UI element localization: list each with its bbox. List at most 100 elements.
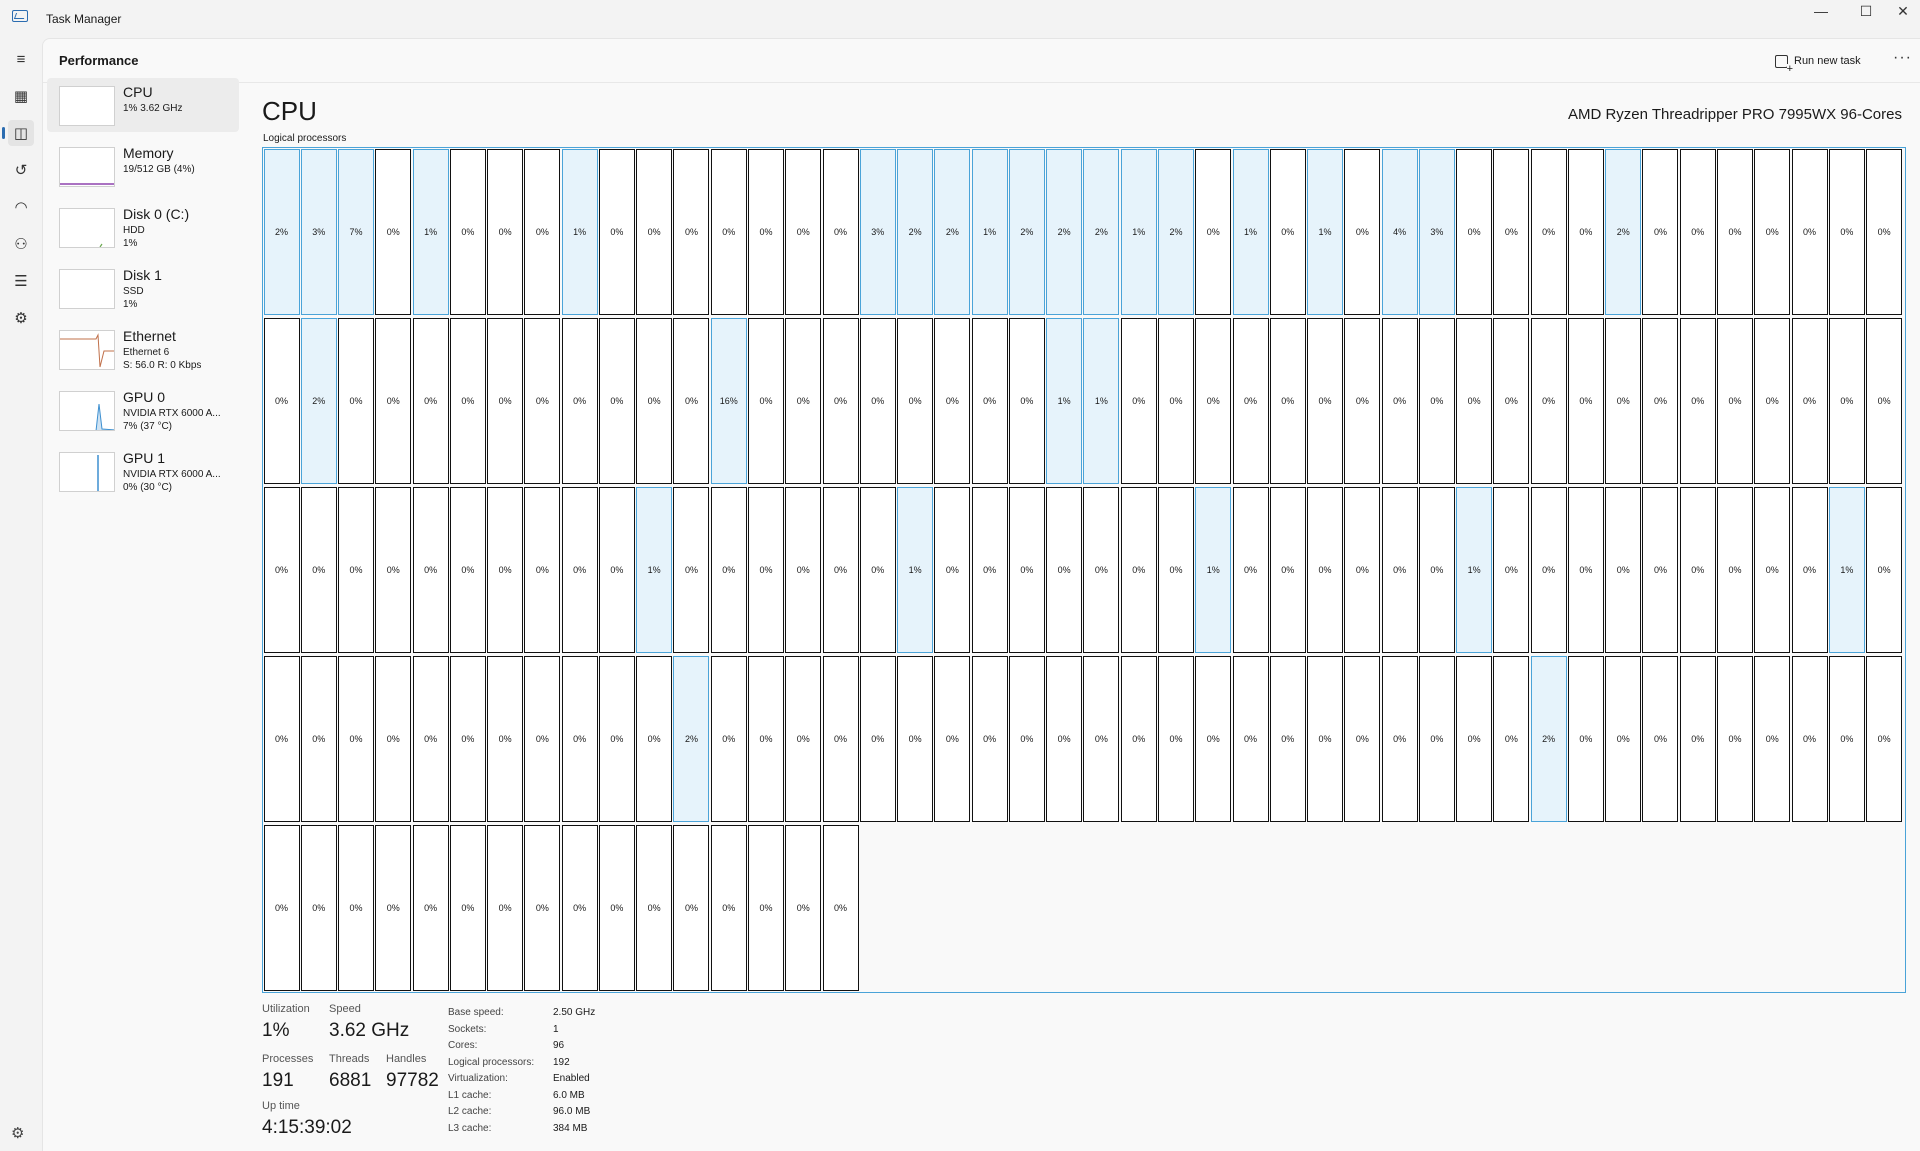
logical-processor-167: 0% (1567, 656, 1604, 822)
device-cpu[interactable]: CPU 1% 3.62 GHz (47, 78, 239, 132)
spec-label: Virtualization: (448, 1073, 508, 1084)
logical-processor-156: 0% (1157, 656, 1194, 822)
logical-processor-89: 0% (300, 487, 337, 653)
logical-processor-121: 0% (1493, 487, 1530, 653)
logical-processor-90: 0% (338, 487, 375, 653)
logical-processor-50: 0% (487, 318, 524, 484)
logical-processor-66: 1% (1083, 318, 1120, 484)
logical-processor-24: 2% (1157, 149, 1194, 315)
spec-value: 6.0 MB (553, 1089, 585, 1101)
logical-processor-164: 0% (1456, 656, 1493, 822)
logical-processor-98: 1% (636, 487, 673, 653)
logical-processor-77: 0% (1493, 318, 1530, 484)
logical-processor-53: 0% (598, 318, 635, 484)
logical-processor-187: 0% (673, 825, 710, 991)
logical-processor-130: 1% (1828, 487, 1865, 653)
logical-processor-78: 0% (1530, 318, 1567, 484)
page-title: Performance (59, 53, 139, 68)
device-detail: 1% (123, 238, 138, 249)
device-disk-0-c[interactable]: Disk 0 (C:) HDD 1% (47, 200, 239, 254)
logical-processor-86: 0% (1828, 318, 1865, 484)
device-detail: 7% (37 °C) (123, 421, 173, 432)
performance-icon[interactable]: ◫ (2, 120, 34, 146)
logical-processor-85: 0% (1791, 318, 1828, 484)
logical-processor-grid[interactable]: 2% 3% 7% 0% 1% 0% 0% 0% 1% 0% 0% 0% 0% 0% 0% 0% 3% 2% 2% 1%… (262, 147, 1906, 993)
logical-processor-165: 0% (1493, 656, 1530, 822)
device-gpu-0[interactable]: GPU 0 NVIDIA RTX 6000 A... 7% (37 °C) (47, 383, 239, 437)
logical-processor-84: 0% (1754, 318, 1791, 484)
logical-processor-125: 0% (1642, 487, 1679, 653)
logical-processor-118: 0% (1381, 487, 1418, 653)
logical-processor-102: 0% (785, 487, 822, 653)
logical-processor-19: 1% (971, 149, 1008, 315)
logical-processor-68: 0% (1157, 318, 1194, 484)
hamburger-icon[interactable]: ≡ (8, 46, 34, 72)
device-name: Disk 0 (C:) (123, 206, 190, 222)
spec-value: 96 (553, 1040, 565, 1051)
services-icon[interactable]: ⚙ (8, 305, 34, 331)
run-new-task-label: Run new task (1794, 55, 1861, 67)
logical-processor-51: 0% (524, 318, 561, 484)
logical-processor-184: 0% (561, 825, 598, 991)
device-ethernet[interactable]: Ethernet Ethernet 6 S: 56.0 R: 0 Kbps (47, 322, 239, 376)
device-memory[interactable]: Memory 19/512 GB (4%) (47, 139, 239, 193)
spec-label: Sockets: (448, 1023, 487, 1035)
settings-icon[interactable]: ⚙ (11, 1124, 24, 1142)
logical-processor-82: 0% (1679, 318, 1716, 484)
spec-value: 192 (553, 1056, 570, 1068)
speed-value: 3.62 GHz (329, 1020, 410, 1041)
logical-processor-142: 0% (636, 656, 673, 822)
maximize-icon: ☐ (1859, 3, 1873, 19)
logical-processor-57: 0% (748, 318, 784, 484)
startup-apps-icon[interactable]: ◠ (8, 194, 34, 220)
window-title: Task Manager (46, 12, 122, 26)
logical-processor-61: 0% (897, 318, 934, 484)
logical-processor-154: 0% (1083, 656, 1120, 822)
users-icon[interactable]: ⚇ (8, 231, 34, 257)
nav-rail: ≡ ▦ ◫ ↺ ◠ ⚇ ☰ ⚙ (0, 38, 42, 1151)
handles-value: 97782 (386, 1070, 439, 1091)
more-options-icon[interactable]: ··· (1893, 49, 1912, 67)
cpu-title: CPU (262, 96, 317, 126)
logical-processor-178: 0% (338, 825, 375, 991)
logical-processor-189: 0% (748, 825, 784, 991)
logical-processor-48: 0% (412, 318, 449, 484)
logical-processor-13: 0% (748, 149, 784, 315)
device-disk-1[interactable]: Disk 1 SSD 1% (47, 261, 239, 315)
minimize-icon: — (1814, 3, 1828, 19)
logical-processor-74: 0% (1381, 318, 1418, 484)
logical-processor-177: 0% (300, 825, 337, 991)
logical-processor-162: 0% (1381, 656, 1418, 822)
utilization-label: Utilization (262, 1003, 310, 1015)
minimize-button[interactable]: — (1798, 0, 1844, 30)
device-thumbnail-graph (59, 269, 115, 309)
speed-label: Speed (329, 1003, 361, 1015)
logical-processor-128: 0% (1754, 487, 1791, 653)
processes-icon[interactable]: ▦ (8, 83, 34, 109)
logical-processor-5: 0% (449, 149, 486, 315)
logical-processor-163: 0% (1418, 656, 1455, 822)
logical-processor-124: 0% (1605, 487, 1642, 653)
logical-processor-107: 0% (971, 487, 1008, 653)
close-button[interactable]: ✕ (1880, 0, 1920, 30)
app-history-icon[interactable]: ↺ (8, 157, 34, 183)
logical-processor-129: 0% (1791, 487, 1828, 653)
details-icon[interactable]: ☰ (8, 268, 34, 294)
device-name: CPU (123, 84, 153, 100)
device-detail: 19/512 GB (4%) (123, 164, 195, 175)
logical-processor-37: 0% (1642, 149, 1679, 315)
logical-processor-92: 0% (412, 487, 449, 653)
spec-label: L3 cache: (448, 1122, 492, 1134)
logical-processor-183: 0% (524, 825, 561, 991)
logical-processor-190: 0% (785, 825, 822, 991)
logical-processor-119: 0% (1418, 487, 1455, 653)
device-name: GPU 0 (123, 389, 166, 405)
logical-processor-7: 0% (524, 149, 561, 315)
logical-processor-191: 0% (822, 825, 859, 991)
processes-label: Processes (262, 1053, 314, 1065)
run-new-task-button[interactable]: Run new task (1775, 49, 1861, 74)
logical-processor-113: 1% (1195, 487, 1232, 653)
device-name: Memory (123, 145, 174, 161)
device-detail: NVIDIA RTX 6000 A... (123, 469, 221, 480)
device-gpu-1[interactable]: GPU 1 NVIDIA RTX 6000 A... 0% (30 °C) (47, 444, 239, 498)
